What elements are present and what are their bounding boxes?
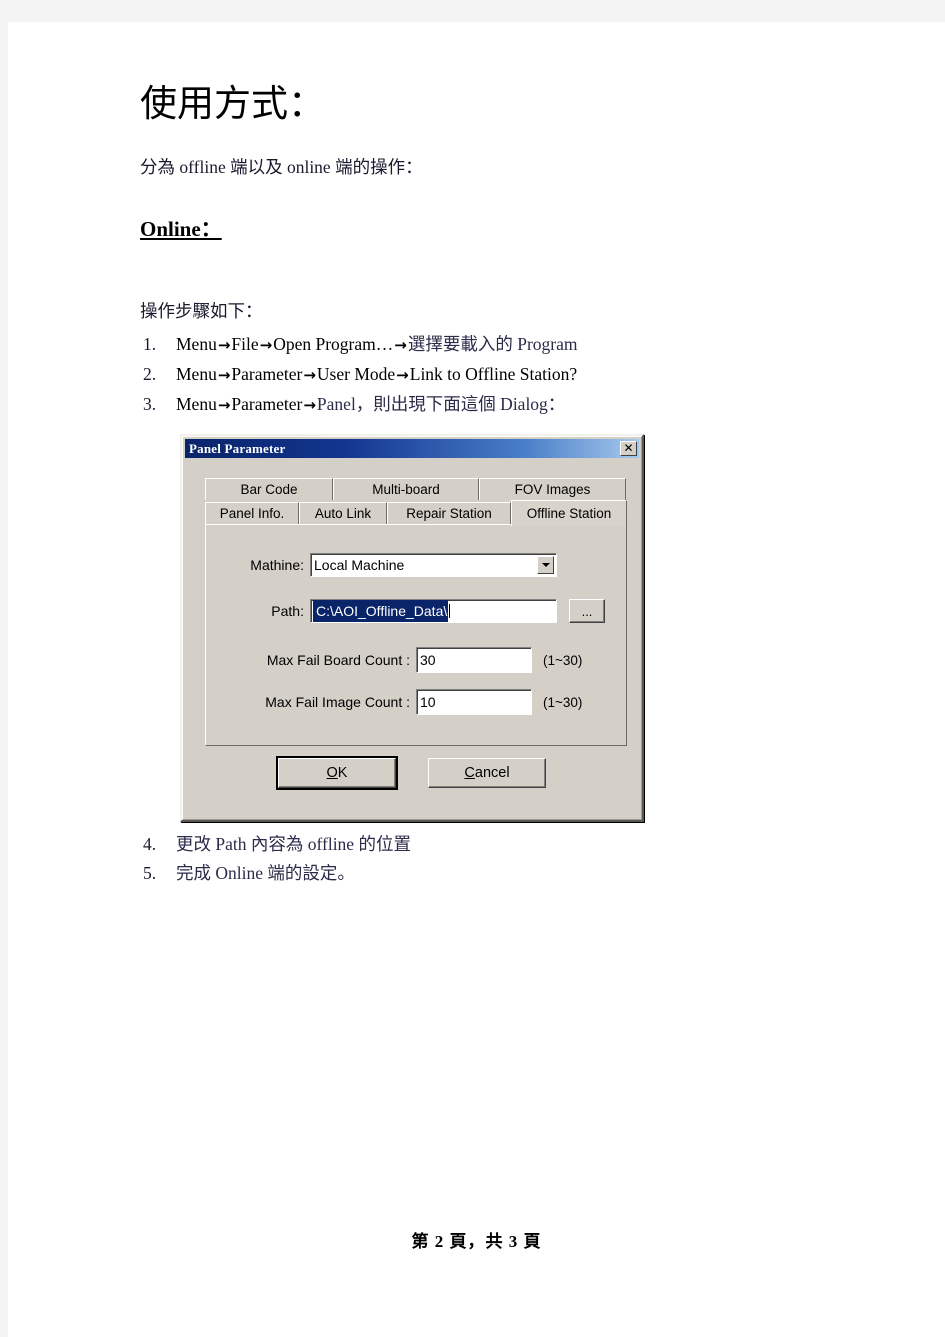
step-text: Menu: [176, 394, 217, 414]
max-fail-image-row: Max Fail Image Count : 10 (1~30): [228, 689, 582, 715]
page-sheet: 使用方式： 分為 offline 端以及 online 端的操作： Online…: [8, 22, 945, 1337]
max-fail-image-label: Max Fail Image Count :: [265, 694, 410, 710]
step-text: 更改 Path 內容為 offline 的位置: [176, 834, 411, 854]
machine-field-row: Mathine: Local Machine: [228, 553, 557, 577]
ok-accel: O: [326, 765, 338, 781]
ok-rest: K: [337, 765, 348, 781]
close-icon: ✕: [623, 441, 634, 455]
browse-button-label: ...: [581, 603, 593, 619]
dialog-titlebar[interactable]: Panel Parameter ✕: [185, 439, 639, 458]
step-text: Panel，則出現下面這個 Dialog：: [316, 394, 566, 414]
tab-label: FOV Images: [514, 482, 591, 497]
intro-paragraph: 分為 offline 端以及 online 端的操作：: [140, 157, 423, 177]
close-button[interactable]: ✕: [620, 441, 637, 456]
tab-row-1: Bar Code Multi-board FOV Images: [205, 478, 627, 500]
section-heading: Online：: [140, 217, 222, 241]
tab-bar-code[interactable]: Bar Code: [205, 478, 333, 500]
machine-value: Local Machine: [314, 557, 405, 573]
max-fail-image-value: 10: [420, 694, 436, 710]
tab-label: Bar Code: [240, 482, 298, 497]
max-fail-image-hint: (1~30): [543, 694, 583, 710]
step-number: 1.: [143, 334, 157, 354]
path-field-row: Path: C:\AOI_Offline_Data\ ...: [228, 599, 605, 623]
list-item: 3. Menu→Parameter→Panel，則出現下面這個 Dialog：: [140, 390, 820, 420]
max-fail-board-input[interactable]: 30: [416, 647, 532, 673]
ok-button[interactable]: OK: [276, 756, 398, 790]
section-heading-wrap: Online：: [140, 216, 820, 270]
step-text: Parameter: [231, 364, 303, 384]
list-item: 4. 更改 Path 內容為 offline 的位置: [140, 830, 820, 859]
tab-repair-station[interactable]: Repair Station: [387, 502, 511, 524]
step-text: 完成 Online 端的設定。: [176, 863, 355, 883]
document-content: 使用方式： 分為 offline 端以及 online 端的操作： Online…: [140, 82, 820, 888]
machine-label: Mathine:: [250, 557, 304, 573]
triangle-down-glyph: [541, 563, 550, 567]
tab-label: Auto Link: [314, 506, 372, 521]
dialog-tabstrip: Bar Code Multi-board FOV Images Panel In…: [205, 478, 627, 526]
tab-row-2: Panel Info. Auto Link Repair Station Off…: [205, 500, 627, 526]
step-number: 2.: [143, 364, 157, 384]
machine-select[interactable]: Local Machine: [310, 553, 557, 577]
step-text: Link to Offline Station?: [409, 364, 578, 384]
tab-panel-info[interactable]: Panel Info.: [205, 502, 299, 524]
path-value: C:\AOI_Offline_Data\: [313, 600, 449, 622]
text-caret: [449, 604, 451, 618]
max-fail-board-row: Max Fail Board Count : 30 (1~30): [228, 647, 582, 673]
path-selection-wrap: C:\AOI_Offline_Data\: [311, 600, 556, 622]
step-text: Menu: [176, 364, 217, 384]
steps-list-continued: 4. 更改 Path 內容為 offline 的位置 5. 完成 Online 端的…: [140, 830, 820, 888]
max-fail-board-hint: (1~30): [543, 652, 583, 668]
dialog-button-bar: OK Cancel: [182, 756, 642, 790]
panel-parameter-dialog: Panel Parameter ✕ Bar Code Multi-board F…: [180, 434, 644, 822]
max-fail-board-label: Max Fail Board Count :: [266, 652, 410, 668]
list-item: 2. Menu→Parameter→User Mode→Link to Offli…: [140, 360, 820, 390]
dialog-figure: Panel Parameter ✕ Bar Code Multi-board F…: [180, 434, 820, 822]
max-fail-board-value: 30: [420, 652, 436, 668]
step-text: 選擇要載入的 Program: [407, 334, 578, 354]
steps-lead: 操作步驟如下：: [140, 301, 263, 321]
arrow-right-icon: →: [303, 396, 316, 414]
arrow-right-icon: →: [217, 336, 231, 354]
tab-label: Multi-board: [372, 482, 440, 497]
step-text: User Mode: [316, 364, 396, 384]
tab-fov-images[interactable]: FOV Images: [479, 478, 626, 500]
tab-label: Offline Station: [526, 506, 612, 521]
browse-button[interactable]: ...: [569, 599, 605, 623]
list-item: 1. Menu→File→Open Program…→選擇要載入的 Program: [140, 330, 820, 360]
step-text: Open Program…: [273, 334, 394, 354]
arrow-right-icon: →: [303, 366, 316, 384]
step-number: 5.: [143, 863, 157, 883]
steps-list: 1. Menu→File→Open Program…→選擇要載入的 Program…: [140, 330, 820, 420]
arrow-right-icon: →: [217, 366, 231, 384]
path-label: Path:: [271, 603, 304, 619]
step-number: 4.: [143, 834, 157, 854]
offline-station-panel: Mathine: Local Machine Path: C:\AOI_Offl…: [205, 524, 627, 746]
tab-label: Repair Station: [406, 506, 492, 521]
cancel-accel: C: [464, 765, 475, 781]
arrow-right-icon: →: [259, 336, 273, 354]
tab-label: Panel Info.: [219, 506, 285, 521]
path-input[interactable]: C:\AOI_Offline_Data\: [310, 599, 557, 623]
arrow-right-icon: →: [217, 396, 231, 414]
arrow-right-icon: →: [396, 366, 409, 384]
cancel-button[interactable]: Cancel: [428, 758, 546, 788]
tab-auto-link[interactable]: Auto Link: [299, 502, 387, 524]
dialog-title: Panel Parameter: [189, 440, 286, 456]
tab-multi-board[interactable]: Multi-board: [333, 478, 479, 500]
step-text: Menu: [176, 334, 217, 354]
step-text: Parameter: [231, 394, 303, 414]
chevron-down-icon[interactable]: [537, 556, 554, 574]
page-title: 使用方式：: [140, 84, 325, 125]
arrow-right-icon: →: [394, 336, 407, 354]
page-footer: 第 2 頁，共 3 頁: [411, 1232, 542, 1251]
step-number: 3.: [143, 394, 157, 414]
step-text: File: [231, 334, 259, 354]
max-fail-image-input[interactable]: 10: [416, 689, 532, 715]
list-item: 5. 完成 Online 端的設定。: [140, 859, 820, 888]
tab-offline-station[interactable]: Offline Station: [511, 500, 627, 526]
cancel-rest: ancel: [474, 765, 510, 781]
